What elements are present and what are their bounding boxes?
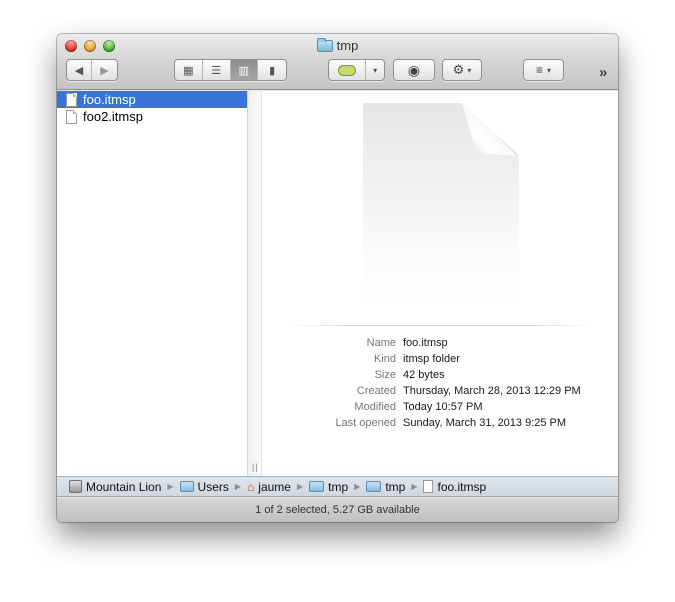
crumb-label: jaume <box>258 479 291 494</box>
chevron-down-icon: ▾ <box>547 65 552 75</box>
document-icon <box>66 92 77 107</box>
forward-arrow-icon: ▶ <box>100 64 109 77</box>
info-value: Thursday, March 28, 2013 12:29 PM <box>403 385 581 397</box>
window-title-text: tmp <box>336 38 359 53</box>
info-row-size: Size 42 bytes <box>262 367 618 383</box>
info-row-created: Created Thursday, March 28, 2013 12:29 P… <box>262 383 618 399</box>
arrange-icon: ≡ <box>535 63 543 77</box>
back-button[interactable]: ◀ <box>67 60 93 80</box>
info-key: Last opened <box>335 417 396 429</box>
finder-window: tmp ◀ ▶ ▦ ☰ ▥ ▮ ▾ ◉ ⚙ ▾ ≡ ▾ » foo.itmsp … <box>57 34 618 522</box>
path-crumb-foo-itmsp[interactable]: foo.itmsp <box>423 480 486 494</box>
info-key: Size <box>374 369 396 381</box>
icon-view-button[interactable]: ▦ <box>175 60 203 80</box>
path-crumb-jaume[interactable]: ⌂ jaume <box>247 480 291 494</box>
chevron-down-icon: ▾ <box>467 65 472 75</box>
info-row-modified: Modified Today 10:57 PM <box>262 399 618 415</box>
column-view-icon: ▥ <box>238 64 250 77</box>
list-view-icon: ☰ <box>211 64 222 77</box>
document-icon <box>66 109 77 124</box>
users-folder-icon <box>179 481 194 492</box>
disk-icon <box>69 480 82 493</box>
info-value: Today 10:57 PM <box>403 401 483 413</box>
path-bar: Mountain Lion ▶ Users ▶ ⌂ jaume ▶ tmp ▶ … <box>57 476 618 497</box>
folder-icon <box>316 37 333 52</box>
info-key: Modified <box>354 401 396 413</box>
crumb-label: tmp <box>328 479 349 494</box>
info-row-kind: Kind itmsp folder <box>262 351 618 367</box>
label-button[interactable]: ▾ <box>328 59 385 81</box>
status-bar: 1 of 2 selected, 5.27 GB available <box>57 498 618 522</box>
eye-icon: ◉ <box>407 61 421 78</box>
folder-icon <box>366 481 382 492</box>
status-text: 1 of 2 selected, 5.27 GB available <box>255 504 420 516</box>
titlebar: tmp ◀ ▶ ▦ ☰ ▥ ▮ ▾ ◉ ⚙ ▾ ≡ ▾ » <box>57 34 618 90</box>
path-separator-icon: ▶ <box>296 482 304 491</box>
crumb-label: Users <box>197 479 229 494</box>
action-button[interactable]: ⚙ ▾ <box>442 59 482 81</box>
quick-look-button[interactable]: ◉ <box>393 59 435 81</box>
path-separator-icon: ▶ <box>167 482 174 491</box>
gear-icon: ⚙ <box>452 62 465 77</box>
crumb-label: tmp <box>385 479 406 494</box>
file-name: foo2.itmsp <box>83 109 143 124</box>
document-icon <box>423 480 434 493</box>
document-preview-icon <box>363 103 519 305</box>
chevron-down-icon: ▾ <box>373 65 378 75</box>
preview-separator <box>289 325 593 326</box>
info-value: 42 bytes <box>403 369 445 381</box>
coverflow-view-button[interactable]: ▮ <box>258 60 286 80</box>
info-key: Name <box>366 337 396 349</box>
window-title: tmp <box>57 37 618 53</box>
toolbar-overflow-button[interactable]: » <box>599 64 608 81</box>
list-view-button[interactable]: ☰ <box>203 60 231 80</box>
info-key: Kind <box>373 353 396 365</box>
info-value: Sunday, March 31, 2013 9:25 PM <box>403 417 567 429</box>
arrange-button[interactable]: ≡ ▾ <box>523 59 564 81</box>
home-icon: ⌂ <box>247 479 255 494</box>
file-name: foo.itmsp <box>83 92 136 107</box>
preview-pane: Name foo.itmsp Kind itmsp folder Size 42… <box>262 91 618 476</box>
path-separator-icon: ▶ <box>411 482 418 491</box>
view-mode-control: ▦ ☰ ▥ ▮ <box>174 59 287 81</box>
back-arrow-icon: ◀ <box>74 64 84 77</box>
column-view-button[interactable]: ▥ <box>230 60 259 80</box>
column-resize-divider[interactable]: || <box>248 91 262 476</box>
path-crumb-mountain-lion[interactable]: Mountain Lion <box>69 480 161 494</box>
crumb-label: foo.itmsp <box>437 479 487 494</box>
crumb-label: Mountain Lion <box>86 479 162 494</box>
info-row-name: Name foo.itmsp <box>262 335 618 351</box>
path-separator-icon: ▶ <box>354 482 361 491</box>
info-key: Created <box>356 385 396 397</box>
path-crumb-tmp[interactable]: tmp <box>309 480 348 494</box>
file-item[interactable]: foo.itmsp <box>57 91 247 108</box>
file-column: foo.itmsp foo2.itmsp <box>57 91 248 476</box>
resize-grip-icon[interactable]: || <box>252 462 259 472</box>
path-crumb-users[interactable]: Users <box>179 479 229 494</box>
label-color-icon <box>338 64 357 76</box>
folder-icon <box>309 481 325 492</box>
file-item[interactable]: foo2.itmsp <box>57 108 247 125</box>
back-forward-control: ◀ ▶ <box>66 59 118 81</box>
info-row-last-opened: Last opened Sunday, March 31, 2013 9:25 … <box>262 415 618 431</box>
icon-view-icon: ▦ <box>183 64 194 77</box>
path-separator-icon: ▶ <box>234 482 242 491</box>
info-value: foo.itmsp <box>403 337 448 349</box>
file-info: Name foo.itmsp Kind itmsp folder Size 42… <box>262 335 618 431</box>
label-color-segment[interactable] <box>329 60 367 80</box>
path-crumb-tmp-2[interactable]: tmp <box>366 480 405 494</box>
coverflow-view-icon: ▮ <box>269 64 276 77</box>
forward-button[interactable]: ▶ <box>92 60 117 80</box>
info-value: itmsp folder <box>403 353 460 365</box>
label-dropdown[interactable]: ▾ <box>366 60 384 80</box>
